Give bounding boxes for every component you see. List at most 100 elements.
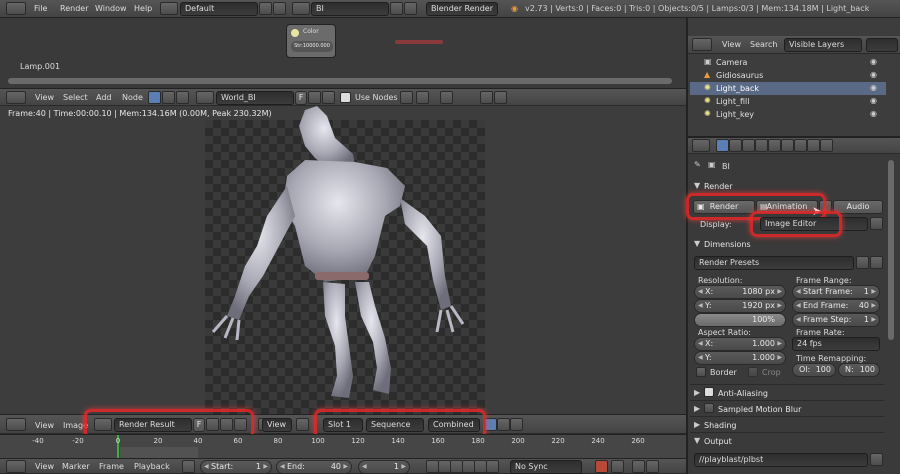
- output-browse-icon[interactable]: [870, 453, 883, 466]
- motion-blur-checkbox[interactable]: [704, 403, 714, 413]
- pivot-icon[interactable]: [296, 418, 309, 431]
- render-layer-select[interactable]: Sequence: [366, 418, 424, 432]
- node-scrollbar[interactable]: [8, 78, 672, 84]
- constraints-tab-icon[interactable]: [781, 139, 794, 152]
- display-z-icon[interactable]: [510, 418, 523, 431]
- timeline-menu-marker[interactable]: Marker: [62, 462, 90, 471]
- render-engine-select[interactable]: Blender Render: [426, 2, 498, 16]
- sync-select[interactable]: No Sync: [510, 460, 582, 474]
- world-add-icon[interactable]: [308, 91, 321, 104]
- anti-aliasing-expand-icon[interactable]: ▶: [694, 388, 700, 397]
- scene-icon[interactable]: [292, 2, 310, 15]
- world-type-icon[interactable]: [196, 91, 214, 104]
- time-remap-old-field[interactable]: Ol: 100: [792, 363, 836, 377]
- object-tab-icon[interactable]: [768, 139, 781, 152]
- end-frame-property[interactable]: ◀ End Frame: 40 ▶: [792, 299, 880, 313]
- output-expand-icon[interactable]: ▼: [694, 436, 700, 445]
- end-frame-field[interactable]: ◀ End: 40 ▶: [276, 460, 352, 474]
- render-button[interactable]: ▣ Render: [693, 200, 755, 214]
- visibility-eye-icon[interactable]: ◉: [870, 83, 877, 92]
- visibility-eye-icon[interactable]: ◉: [870, 109, 877, 118]
- layout-close-icon[interactable]: [273, 2, 286, 15]
- node-editor[interactable]: Color Str:10000.000 Lamp.001: [0, 18, 686, 88]
- preset-add-icon[interactable]: [856, 256, 869, 269]
- menu-help[interactable]: Help: [134, 4, 152, 13]
- outliner-type-icon[interactable]: [692, 38, 712, 51]
- node-editor-type-icon[interactable]: [6, 91, 26, 104]
- world-tab-icon[interactable]: [755, 139, 768, 152]
- resolution-x-field[interactable]: ◀ X: 1080 px ▶: [694, 285, 786, 299]
- node-menu-view[interactable]: View: [35, 93, 54, 102]
- audio-button[interactable]: Audio: [833, 200, 883, 214]
- texture-tab-icon[interactable]: [820, 139, 833, 152]
- outliner-item-light-back[interactable]: ✺ Light_back ◉: [690, 82, 886, 95]
- backdrop-icon[interactable]: [440, 91, 453, 104]
- outliner-filter-select[interactable]: Visible Layers: [784, 38, 862, 52]
- scene-tab-icon[interactable]: [742, 139, 755, 152]
- material-tab-icon[interactable]: [807, 139, 820, 152]
- outliner-item-camera[interactable]: ▣ Camera ◉: [690, 56, 886, 69]
- scene-add-icon[interactable]: [390, 2, 403, 15]
- slot-select[interactable]: Slot 1: [323, 418, 363, 432]
- scene-field[interactable]: BI: [311, 2, 389, 16]
- keying-icon[interactable]: [611, 460, 624, 473]
- world-fake-user-button[interactable]: F: [295, 91, 307, 105]
- render-pass-select[interactable]: Combined: [428, 418, 480, 432]
- scene-close-icon[interactable]: [404, 2, 417, 15]
- image-add-icon[interactable]: [206, 418, 219, 431]
- preview-range-icon[interactable]: [182, 460, 195, 473]
- visibility-eye-icon[interactable]: ◉: [870, 70, 877, 79]
- image-menu-image[interactable]: Image: [63, 421, 88, 430]
- view-mode-select[interactable]: View: [262, 418, 292, 432]
- world-field[interactable]: World_BI: [216, 91, 294, 105]
- preset-remove-icon[interactable]: [870, 256, 883, 269]
- display-alpha-icon[interactable]: [497, 418, 510, 431]
- keyframe-insert-icon[interactable]: [632, 460, 645, 473]
- timeline-menu-playback[interactable]: Playback: [134, 462, 170, 471]
- paste-nodes-icon[interactable]: [494, 91, 507, 104]
- menu-file[interactable]: File: [34, 4, 47, 13]
- menu-render[interactable]: Render: [60, 4, 88, 13]
- lock-interface-icon[interactable]: [870, 217, 883, 230]
- outliner-menu-view[interactable]: View: [722, 40, 741, 49]
- data-tab-icon[interactable]: [794, 139, 807, 152]
- timeline-menu-frame[interactable]: Frame: [99, 462, 124, 471]
- aspect-x-field[interactable]: ◀ X: 1.000 ▶: [694, 337, 786, 351]
- crop-checkbox[interactable]: [748, 367, 758, 377]
- texture-nodes-icon[interactable]: [162, 91, 175, 104]
- anti-aliasing-checkbox[interactable]: [704, 387, 714, 397]
- lamp-node[interactable]: Color Str:10000.000: [286, 24, 336, 58]
- animation-button[interactable]: ▤ Animation: [756, 200, 818, 214]
- properties-type-icon[interactable]: [692, 139, 710, 152]
- pin-icon[interactable]: ✎: [694, 160, 701, 169]
- outliner-search-input[interactable]: [866, 38, 898, 52]
- keyframe-delete-icon[interactable]: [646, 460, 659, 473]
- layout-grid-icon[interactable]: [160, 2, 178, 15]
- visibility-eye-icon[interactable]: ◉: [870, 57, 877, 66]
- current-frame-field[interactable]: ◀ 1 ▶: [358, 460, 410, 474]
- frame-step-property[interactable]: ◀ Frame Step: 1 ▶: [792, 313, 880, 327]
- menu-window[interactable]: Window: [95, 4, 127, 13]
- shading-expand-icon[interactable]: ▶: [694, 420, 700, 429]
- node-menu-select[interactable]: Select: [63, 93, 88, 102]
- image-menu-view[interactable]: View: [35, 421, 54, 430]
- render-layers-tab-icon[interactable]: [729, 139, 742, 152]
- visibility-eye-icon[interactable]: ◉: [870, 96, 877, 105]
- render-presets-select[interactable]: Render Presets: [694, 256, 854, 270]
- time-remap-new-field[interactable]: N: 100: [838, 363, 880, 377]
- image-editor-type-icon[interactable]: [6, 418, 26, 431]
- aspect-y-field[interactable]: ◀ Y: 1.000 ▶: [694, 351, 786, 365]
- start-frame-property[interactable]: ◀ Start Frame: 1 ▶: [792, 285, 880, 299]
- image-editor-viewport[interactable]: Frame:40 | Time:00:00.10 | Mem:134.16M (…: [0, 106, 686, 414]
- node-strength-field[interactable]: Str:10000.000: [291, 41, 333, 52]
- outliner-menu-search[interactable]: Search: [750, 40, 777, 49]
- image-browse-icon[interactable]: [94, 418, 112, 431]
- node-menu-add[interactable]: Add: [96, 93, 112, 102]
- node-menu-node[interactable]: Node: [122, 93, 143, 102]
- image-name-field[interactable]: Render Result: [114, 418, 192, 432]
- outliner-item-gidiosaurus[interactable]: ▲ Gidiosaurus ◉: [690, 69, 886, 82]
- start-frame-field[interactable]: ◀ Start: 1 ▶: [200, 460, 272, 474]
- display-color-icon[interactable]: [484, 418, 497, 431]
- layout-add-icon[interactable]: [259, 2, 272, 15]
- border-checkbox[interactable]: [696, 367, 706, 377]
